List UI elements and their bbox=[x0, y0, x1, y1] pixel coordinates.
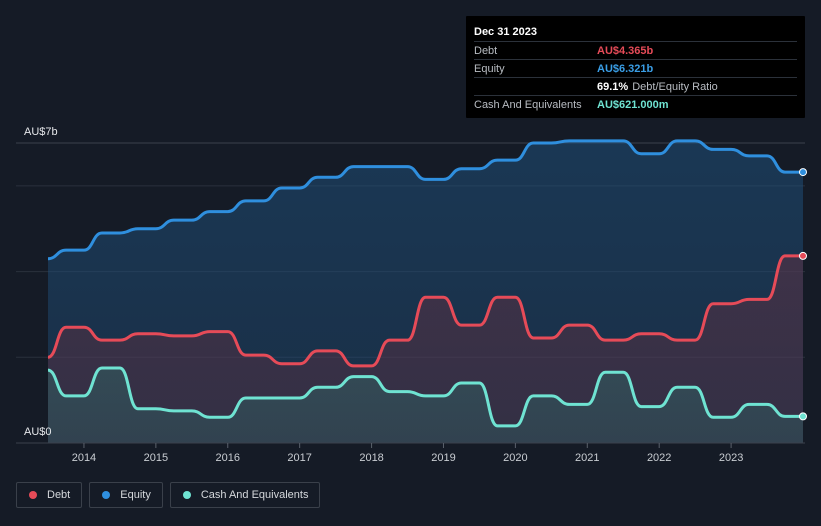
legend-item-cash[interactable]: Cash And Equivalents bbox=[169, 482, 321, 508]
tooltip-equity-label: Equity bbox=[474, 62, 505, 75]
tooltip-ratio-label: Debt/Equity Ratio bbox=[632, 80, 718, 93]
x-tick-label: 2019 bbox=[431, 452, 455, 464]
debt-end-point bbox=[799, 251, 807, 260]
tooltip-row-debt: Debt AU$4.365b bbox=[474, 41, 797, 59]
legend-debt-label: Debt bbox=[47, 489, 71, 501]
x-tick-label: 2017 bbox=[287, 452, 311, 464]
tooltip-debt-value: AU$4.365b bbox=[597, 44, 654, 57]
y-tick-label-bottom: AU$0 bbox=[24, 426, 52, 438]
tooltip-equity-value: AU$6.321b bbox=[597, 62, 654, 75]
y-tick-label-top: AU$7b bbox=[24, 126, 58, 138]
x-tick-label: 2014 bbox=[72, 452, 96, 464]
legend: Debt Equity Cash And Equivalents bbox=[16, 482, 321, 508]
cash-end-point bbox=[799, 412, 807, 421]
tooltip-cash-value: AU$621.000m bbox=[597, 98, 669, 111]
x-tick-label: 2023 bbox=[719, 452, 743, 464]
tooltip-row-cash: Cash And Equivalents AU$621.000m bbox=[474, 95, 797, 113]
tooltip: Dec 31 2023 Debt AU$4.365b Equity AU$6.3… bbox=[466, 16, 805, 118]
x-tick-label: 2020 bbox=[503, 452, 527, 464]
x-tick-label: 2022 bbox=[647, 452, 671, 464]
legend-item-equity[interactable]: Equity bbox=[89, 482, 163, 508]
equity-end-point bbox=[799, 168, 807, 177]
legend-item-debt[interactable]: Debt bbox=[16, 482, 83, 508]
debt-dot-icon bbox=[29, 491, 37, 499]
equity-dot-icon bbox=[102, 491, 111, 499]
x-tick-label: 2016 bbox=[216, 452, 240, 464]
tooltip-ratio-value: 69.1% bbox=[597, 80, 629, 93]
x-tick-label: 2021 bbox=[575, 452, 599, 464]
x-tick-label: 2018 bbox=[359, 452, 383, 464]
tooltip-date: Dec 31 2023 bbox=[474, 26, 537, 38]
tooltip-row-equity: Equity AU$6.321b bbox=[474, 59, 797, 77]
tooltip-cash-label: Cash And Equivalents bbox=[474, 98, 582, 111]
tooltip-row-ratio: 69.1% Debt/Equity Ratio bbox=[474, 77, 797, 95]
cash-dot-icon bbox=[182, 491, 191, 499]
legend-equity-label: Equity bbox=[120, 489, 151, 501]
tooltip-debt-label: Debt bbox=[474, 44, 498, 57]
legend-cash-label: Cash And Equivalents bbox=[200, 489, 309, 501]
x-tick-label: 2015 bbox=[144, 452, 168, 464]
